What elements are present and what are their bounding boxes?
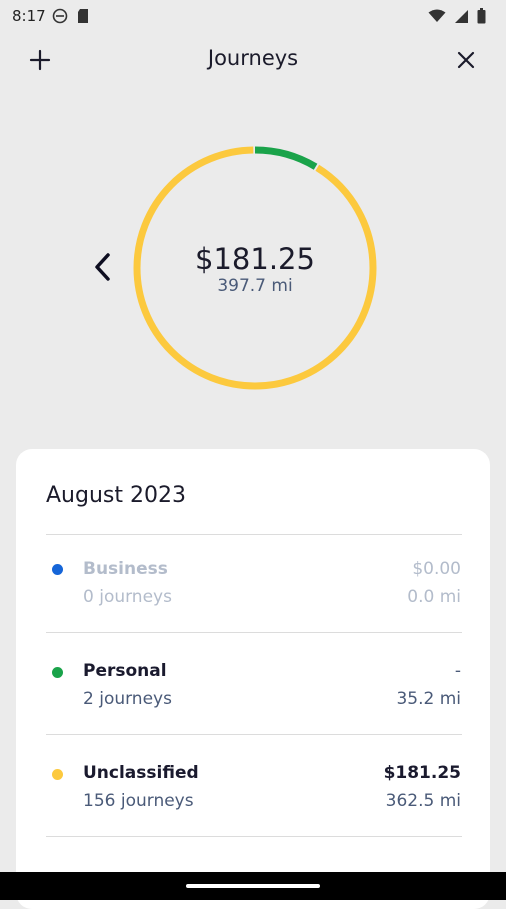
month-title: August 2023	[46, 483, 186, 508]
system-navigation-bar	[0, 872, 506, 900]
personal-dot-icon	[52, 667, 63, 678]
wifi-icon	[428, 9, 446, 27]
home-gesture-handle[interactable]	[186, 884, 320, 888]
status-left-icons	[52, 8, 90, 28]
close-icon	[456, 50, 476, 74]
month-summary-card: August 2023 Business 0 journeys $0.00 0.…	[16, 449, 490, 909]
total-distance: 397.7 mi	[217, 276, 293, 296]
category-journeys: 0 journeys	[83, 587, 172, 607]
category-label: Unclassified	[83, 763, 199, 783]
total-amount: $181.25	[195, 242, 315, 276]
app-bar: Journeys	[0, 38, 506, 82]
chevron-left-icon	[93, 252, 113, 286]
previous-month-button[interactable]	[88, 252, 118, 286]
status-bar: 8:17	[0, 0, 506, 32]
sd-card-icon	[76, 8, 90, 28]
journey-summary-ring: $181.25 397.7 mi	[133, 146, 377, 390]
category-journeys: 156 journeys	[83, 791, 194, 811]
category-label: Personal	[83, 661, 167, 681]
status-time: 8:17	[12, 7, 46, 25]
category-value: -	[454, 661, 461, 681]
close-button[interactable]	[450, 46, 482, 78]
category-row-unclassified[interactable]: Unclassified 156 journeys $181.25 362.5 …	[16, 735, 490, 835]
category-distance: 35.2 mi	[396, 689, 461, 709]
category-row-business[interactable]: Business 0 journeys $0.00 0.0 mi	[16, 535, 490, 635]
status-right-icons	[428, 8, 486, 28]
category-label: Business	[83, 559, 168, 579]
divider	[46, 836, 462, 837]
do-not-disturb-icon	[52, 8, 68, 28]
page-title: Journeys	[207, 46, 299, 70]
signal-icon	[454, 9, 469, 28]
business-dot-icon	[52, 564, 63, 575]
category-distance: 0.0 mi	[407, 587, 461, 607]
battery-icon	[477, 8, 486, 28]
category-distance: 362.5 mi	[385, 791, 461, 811]
unclassified-dot-icon	[52, 769, 63, 780]
category-value: $181.25	[383, 763, 461, 783]
category-value: $0.00	[412, 559, 461, 579]
category-row-personal[interactable]: Personal 2 journeys - 35.2 mi	[16, 633, 490, 733]
category-journeys: 2 journeys	[83, 689, 172, 709]
